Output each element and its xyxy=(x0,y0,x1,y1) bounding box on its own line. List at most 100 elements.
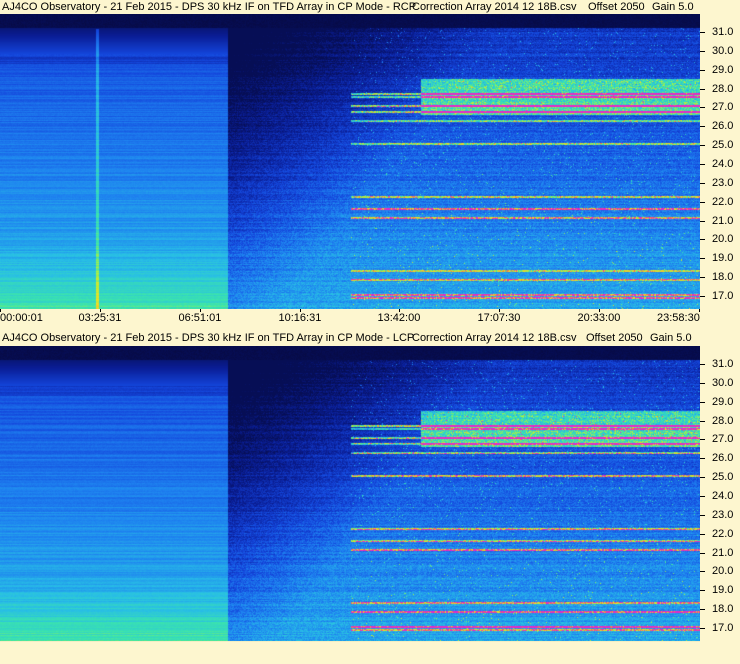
y-tick: 18.0 xyxy=(700,603,740,615)
lcp-gain: Gain 5.0 xyxy=(650,332,692,344)
y-tick-label: 28.0 xyxy=(712,414,734,427)
y-tick-mark xyxy=(700,201,705,203)
y-tick: 21.0 xyxy=(700,215,740,227)
x-tick: 03:25:31 xyxy=(79,309,121,325)
y-tick-label: 27.0 xyxy=(712,433,734,446)
x-tick-label: 13:42:00 xyxy=(377,312,421,324)
y-tick: 28.0 xyxy=(700,415,740,427)
y-tick-mark xyxy=(700,145,705,147)
y-tick-mark xyxy=(700,571,705,573)
y-tick-label: 22.0 xyxy=(712,195,734,208)
y-tick-mark xyxy=(700,496,705,497)
y-tick: 19.0 xyxy=(700,252,740,264)
y-tick: 24.0 xyxy=(700,158,740,170)
y-tick: 27.0 xyxy=(700,433,740,445)
y-tick: 27.0 xyxy=(700,101,740,113)
y-tick-label: 26.0 xyxy=(712,452,734,465)
rcp-spectrogram xyxy=(0,14,700,309)
y-tick-label: 29.0 xyxy=(712,63,734,76)
y-tick-mark xyxy=(700,364,705,365)
y-tick-mark xyxy=(700,32,705,33)
y-tick-mark xyxy=(700,401,705,403)
y-tick: 30.0 xyxy=(700,45,740,57)
y-tick-label: 17.0 xyxy=(712,622,734,634)
x-tick-label: 06:51:01 xyxy=(178,312,222,324)
y-tick-label: 26.0 xyxy=(712,120,734,133)
y-tick-label: 20.0 xyxy=(712,233,734,246)
y-tick-mark xyxy=(700,258,705,260)
y-tick: 22.0 xyxy=(700,528,740,540)
x-tick: 10:16:31 xyxy=(279,309,321,325)
bottom-status-strip xyxy=(0,641,700,661)
y-tick: 30.0 xyxy=(700,377,740,389)
y-tick-label: 27.0 xyxy=(712,101,734,114)
x-tick: 06:51:01 xyxy=(179,309,221,325)
y-tick-label: 18.0 xyxy=(712,271,734,284)
y-tick-mark xyxy=(700,477,705,479)
y-tick: 23.0 xyxy=(700,509,740,521)
y-tick: 29.0 xyxy=(700,396,740,408)
y-tick: 20.0 xyxy=(700,233,740,245)
y-tick-label: 19.0 xyxy=(712,584,734,597)
y-tick: 21.0 xyxy=(700,547,740,559)
y-tick-label: 18.0 xyxy=(712,603,734,616)
x-tick-label: 00:00:01 xyxy=(0,312,43,324)
y-tick: 31.0 xyxy=(700,26,740,38)
y-tick: 22.0 xyxy=(700,196,740,208)
y-tick-mark xyxy=(700,458,705,460)
rcp-frequency-axis: 31.0 30.0 29.0 28.0 27.0 26.0 25.0 24.0 23.0 22.0… xyxy=(700,14,740,309)
y-tick-mark xyxy=(700,182,705,184)
y-tick-mark xyxy=(700,628,705,629)
y-tick-mark xyxy=(700,277,705,279)
x-tick-label: 03:25:31 xyxy=(78,312,122,324)
x-tick-label: 23:58:30 xyxy=(657,312,700,324)
y-tick-label: 25.0 xyxy=(712,471,734,484)
rcp-time-axis: 00:00:01 03:25:31 06:51:01 10:16:31 13:42:00… xyxy=(0,309,700,325)
y-tick: 20.0 xyxy=(700,565,740,577)
y-tick-mark xyxy=(700,514,705,516)
y-tick-mark xyxy=(700,420,705,422)
y-tick-label: 31.0 xyxy=(712,358,734,370)
lcp-panel: AJ4CO Observatory - 21 Feb 2015 - DPS 30… xyxy=(0,329,740,664)
y-tick-label: 19.0 xyxy=(712,252,734,265)
y-tick: 28.0 xyxy=(700,83,740,95)
y-tick-mark xyxy=(700,382,705,384)
y-tick-label: 29.0 xyxy=(712,395,734,408)
x-tick-label: 10:16:31 xyxy=(278,312,322,324)
lcp-correction-file: Correction Array 2014 12 18B.csv xyxy=(412,332,577,344)
y-tick: 25.0 xyxy=(700,471,740,483)
x-tick-label: 20:33:00 xyxy=(577,312,621,324)
y-tick-mark xyxy=(700,533,705,535)
y-tick-mark xyxy=(700,164,705,165)
y-tick: 25.0 xyxy=(700,139,740,151)
y-tick: 17.0 xyxy=(700,622,740,634)
x-tick: 17:07:30 xyxy=(478,309,520,325)
y-tick-mark xyxy=(700,296,705,297)
rcp-correction-file: Correction Array 2014 12 18B.csv xyxy=(412,1,577,13)
y-tick-label: 30.0 xyxy=(712,376,734,389)
y-tick: 26.0 xyxy=(700,452,740,464)
y-tick: 19.0 xyxy=(700,584,740,596)
lcp-frequency-axis: 31.0 30.0 29.0 28.0 27.0 26.0 25.0 24.0 23.0 22.0… xyxy=(700,346,740,641)
rcp-gain: Gain 5.0 xyxy=(652,1,694,13)
y-tick-label: 23.0 xyxy=(712,176,734,189)
rcp-panel: AJ4CO Observatory - 21 Feb 2015 - DPS 30… xyxy=(0,0,740,329)
lcp-title: AJ4CO Observatory - 21 Feb 2015 - DPS 30… xyxy=(2,332,415,344)
y-tick-mark xyxy=(700,220,705,222)
y-tick-label: 30.0 xyxy=(712,44,734,57)
y-tick-label: 23.0 xyxy=(712,508,734,521)
y-tick: 31.0 xyxy=(700,358,740,370)
y-tick-mark xyxy=(700,439,705,441)
rcp-title: AJ4CO Observatory - 21 Feb 2015 - DPS 30… xyxy=(2,1,417,13)
lcp-title-bar: AJ4CO Observatory - 21 Feb 2015 - DPS 30… xyxy=(0,331,740,345)
x-tick: 13:42:00 xyxy=(378,309,420,325)
x-tick: 23:58:30 xyxy=(657,309,700,325)
y-tick-label: 21.0 xyxy=(712,214,734,227)
y-tick-mark xyxy=(700,609,705,611)
y-tick-label: 24.0 xyxy=(712,490,734,502)
y-tick-mark xyxy=(700,239,705,241)
lcp-offset: Offset 2050 xyxy=(586,332,643,344)
x-tick: 20:33:00 xyxy=(578,309,620,325)
y-tick: 26.0 xyxy=(700,120,740,132)
x-tick: 00:00:01 xyxy=(0,309,43,325)
